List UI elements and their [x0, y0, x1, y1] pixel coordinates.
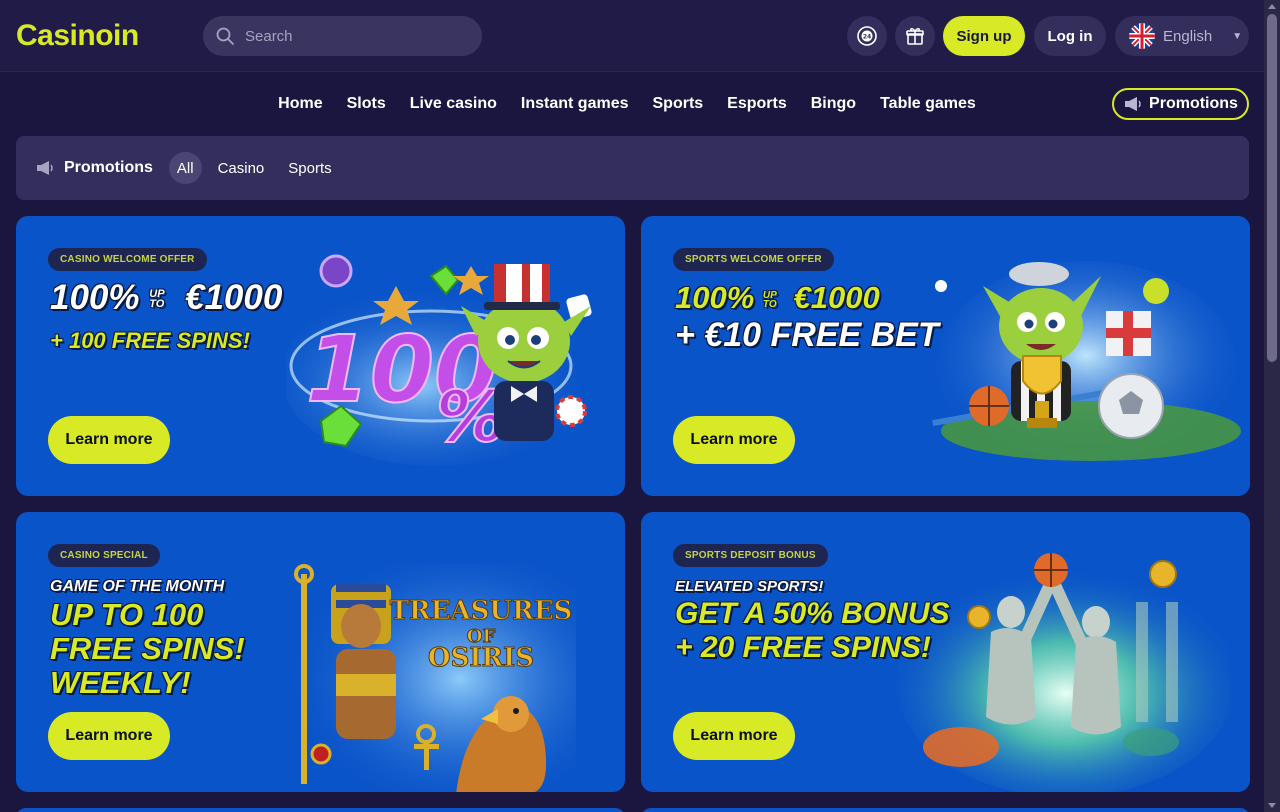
nav-esports[interactable]: Esports	[727, 95, 787, 113]
learn-more-button[interactable]: Learn more	[48, 416, 170, 464]
promo-headline: 100% UP TO €1000	[675, 282, 880, 313]
learn-more-button[interactable]: Learn more	[673, 712, 795, 760]
gift-button[interactable]	[895, 16, 935, 56]
nav-bingo[interactable]: Bingo	[811, 95, 856, 113]
logo-text: Casinoin	[16, 19, 139, 52]
promo-subheadline: + 100 FREE SPINS!	[50, 328, 250, 353]
promo-up-to: UP TO	[762, 289, 777, 310]
sports-welcome-artwork	[932, 261, 1241, 471]
promo-amount: €1000	[185, 278, 283, 317]
filter-sports[interactable]: Sports	[280, 152, 339, 184]
elevated-sports-artwork	[896, 553, 1231, 792]
promo-card-sports-welcome[interactable]: Sports welcome offer 100% UP TO €1000 + …	[641, 216, 1250, 496]
promo-badge: Sports deposit bonus	[673, 544, 828, 567]
promo-amount: €1000	[793, 280, 880, 315]
nav-table-games[interactable]: Table games	[880, 95, 976, 113]
promo-card-casino-welcome[interactable]: 100 % Casino welcome offer 100% UP TO €1…	[16, 216, 625, 496]
top-bar: Casinoin 24 Sign up Log in	[0, 0, 1264, 72]
casinoin-logo[interactable]: Casinoin	[16, 18, 139, 54]
support-24-icon: 24	[857, 26, 877, 46]
login-button[interactable]: Log in	[1034, 16, 1106, 56]
promo-badge: Casino special	[48, 544, 160, 567]
scrollbar-thumb[interactable]	[1267, 14, 1277, 362]
support-button[interactable]: 24	[847, 16, 887, 56]
nav-home[interactable]: Home	[278, 95, 322, 113]
art-title-3: OSIRIS	[428, 643, 534, 673]
promo-up-to: UP TO	[149, 287, 165, 310]
language-selector[interactable]: English ▼	[1115, 16, 1249, 56]
signup-button[interactable]: Sign up	[943, 16, 1025, 56]
search-box[interactable]	[203, 16, 482, 56]
treasures-of-osiris-artwork: TREASURES OF OSIRIS	[286, 564, 576, 792]
megaphone-icon	[1125, 97, 1141, 111]
nav-instant-games[interactable]: Instant games	[521, 95, 629, 113]
svg-text:24: 24	[863, 34, 871, 41]
promotions-nav-button[interactable]: Promotions	[1112, 88, 1249, 120]
uk-flag-icon	[1129, 23, 1155, 49]
promotions-title-label: Promotions	[64, 159, 153, 176]
promo-kicker: ELEVATED SPORTS!	[675, 578, 824, 595]
promo-headline-2: FREE SPINS!	[50, 631, 245, 666]
scroll-up-arrow[interactable]	[1268, 4, 1276, 9]
promotions-title: Promotions	[34, 159, 153, 177]
learn-more-button[interactable]: Learn more	[48, 712, 170, 760]
promo-badge: Casino welcome offer	[48, 248, 207, 271]
promo-subheadline: + €10 FREE BET	[675, 316, 939, 354]
nav-live-casino[interactable]: Live casino	[410, 95, 497, 113]
promo-headline-3: WEEKLY!	[50, 665, 191, 700]
filter-all[interactable]: All	[168, 152, 202, 184]
promo-headline-2: + 20 FREE SPINS!	[675, 631, 931, 664]
promo-headline: UP TO 100	[50, 597, 204, 632]
promo-card-next-row-right[interactable]	[641, 808, 1250, 812]
casino-welcome-artwork: 100 %	[286, 254, 592, 466]
promo-card-casino-special[interactable]: TREASURES OF OSIRIS Casino special GAME …	[16, 512, 625, 792]
nav-sports[interactable]: Sports	[653, 95, 704, 113]
promo-percent: 100%	[675, 280, 755, 315]
nav-slots[interactable]: Slots	[347, 95, 386, 113]
page-scrollbar[interactable]	[1264, 0, 1280, 812]
promo-percent: 100%	[50, 278, 140, 317]
gift-icon	[906, 28, 924, 45]
promotions-nav-label: Promotions	[1149, 95, 1238, 112]
art-title-1: TREASURES	[390, 596, 573, 626]
filter-casino[interactable]: Casino	[210, 152, 273, 184]
promo-card-next-row-left[interactable]	[16, 808, 625, 812]
chevron-down-icon: ▼	[1232, 30, 1243, 42]
search-icon	[216, 27, 234, 45]
megaphone-icon	[37, 161, 53, 175]
promo-card-sports-deposit[interactable]: Sports deposit bonus ELEVATED SPORTS! GE…	[641, 512, 1250, 792]
scroll-down-arrow[interactable]	[1268, 803, 1276, 808]
search-input[interactable]	[245, 27, 465, 45]
promo-headline: GET A 50% BONUS	[675, 597, 950, 630]
promotions-filter-bar: Promotions All Casino Sports	[16, 136, 1249, 200]
promo-badge: Sports welcome offer	[673, 248, 834, 271]
promo-kicker: GAME OF THE MONTH	[50, 578, 225, 595]
language-label: English	[1163, 27, 1213, 45]
promo-headline: 100% UP TO €1000	[50, 280, 282, 315]
main-nav: Home Slots Live casino Instant games Spo…	[0, 86, 1264, 122]
learn-more-button[interactable]: Learn more	[673, 416, 795, 464]
